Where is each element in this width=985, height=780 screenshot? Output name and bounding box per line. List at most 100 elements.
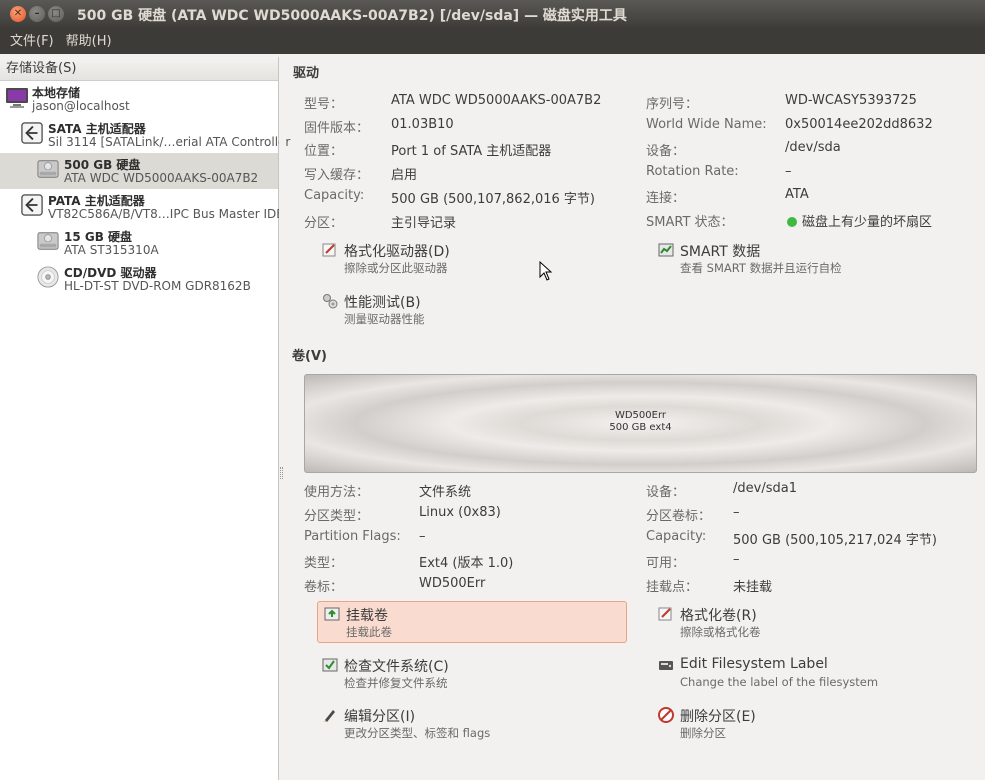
format-drive-button[interactable]: 格式化驱动器(D) 擦除或分区此驱动器 bbox=[316, 238, 626, 280]
smart-status-text: 磁盘上有少量的坏扇区 bbox=[802, 215, 933, 230]
sidebar-item-local-storage[interactable]: 本地存储 jason@localhost bbox=[0, 81, 278, 117]
benchmark-button[interactable]: 性能测试(B) 测量驱动器性能 bbox=[316, 289, 626, 331]
menu-file[interactable]: 文件(F) bbox=[4, 29, 60, 54]
edit-filesystem-label-label: Edit Filesystem Label bbox=[680, 656, 828, 672]
drive-rotation-value: – bbox=[785, 164, 792, 179]
volume-available-label: 可用： bbox=[646, 556, 686, 571]
smart-icon bbox=[658, 243, 674, 257]
volume-usage-label: 使用方法： bbox=[304, 485, 370, 500]
drive-device-value: /dev/sda bbox=[785, 140, 841, 155]
mount-volume-desc: 挂载此卷 bbox=[346, 625, 392, 639]
volume-partition-bar[interactable]: WD500Err 500 GB ext4 bbox=[304, 374, 977, 473]
minimize-icon[interactable]: – bbox=[29, 6, 45, 22]
format-volume-label: 格式化卷(R) bbox=[680, 608, 757, 624]
mount-volume-label: 挂载卷 bbox=[346, 608, 388, 624]
volume-mount-point-value: 未挂载 bbox=[733, 580, 773, 595]
drive-rotation-label: Rotation Rate: bbox=[646, 164, 739, 179]
sidebar-item-sata-adapter[interactable]: SATA 主机适配器 Sil 3114 [SATALink/…erial ATA… bbox=[0, 117, 290, 153]
drive-firmware-value: 01.03B10 bbox=[391, 117, 454, 132]
window-controls: ✕ – □ bbox=[10, 6, 64, 22]
adapter-icon bbox=[21, 194, 43, 216]
format-drive-desc: 擦除或分区此驱动器 bbox=[344, 261, 448, 275]
benchmark-desc: 测量驱动器性能 bbox=[344, 312, 425, 326]
volume-capacity-value: 500 GB (500,105,217,024 字节) bbox=[733, 533, 937, 548]
volume-partition-label-label: 分区卷标： bbox=[646, 509, 712, 524]
volume-partition-label-value: – bbox=[733, 505, 740, 520]
sidebar-item-pata-adapter[interactable]: PATA 主机适配器 VT82C586A/B/VT8…IPC Bus Maste… bbox=[0, 189, 284, 225]
maximize-icon[interactable]: □ bbox=[48, 6, 64, 22]
volume-detail: 500 GB ext4 bbox=[609, 422, 672, 433]
drive-serial-label: 序列号： bbox=[646, 97, 699, 112]
computer-icon bbox=[6, 88, 28, 108]
volume-partition-type-label: 分区类型： bbox=[304, 509, 370, 524]
drive-partitioning-value: 主引导记录 bbox=[391, 216, 457, 231]
smart-data-label: SMART 数据 bbox=[680, 244, 761, 260]
sidebar-item-subtitle: jason@localhost bbox=[32, 99, 130, 113]
volume-device-label: 设备： bbox=[646, 485, 686, 500]
sidebar-item-subtitle: ATA ST315310A bbox=[64, 243, 159, 257]
drive-partitioning-label: 分区： bbox=[304, 216, 344, 231]
sidebar-item-15gb-disk[interactable]: 15 GB 硬盘 ATA ST315310A bbox=[0, 225, 278, 261]
format-volume-desc: 擦除或格式化卷 bbox=[680, 625, 761, 639]
drive-capacity-value: 500 GB (500,107,862,016 字节) bbox=[391, 192, 595, 207]
drive-section-title: 驱动 bbox=[293, 66, 320, 81]
volume-available-value: – bbox=[733, 552, 740, 567]
hard-disk-icon bbox=[37, 160, 59, 178]
volume-device-value: /dev/sda1 bbox=[733, 481, 797, 496]
close-icon[interactable]: ✕ bbox=[10, 6, 26, 22]
sidebar-item-subtitle: ATA WDC WD5000AAKS-00A7B2 bbox=[64, 171, 259, 185]
edit-partition-desc: 更改分区类型、标签和 flags bbox=[344, 726, 491, 740]
delete-partition-desc: 删除分区 bbox=[680, 726, 726, 740]
adapter-icon bbox=[21, 122, 43, 144]
volume-usage-value: 文件系统 bbox=[419, 485, 472, 500]
drive-write-cache-value: 启用 bbox=[391, 168, 418, 183]
volume-label-label: 卷标： bbox=[304, 580, 344, 595]
drive-model-label: 型号： bbox=[304, 97, 344, 112]
check-filesystem-button[interactable]: 检查文件系统(C) 检查并修复文件系统 bbox=[316, 653, 626, 695]
sidebar-item-subtitle: HL-DT-ST DVD-ROM GDR8162B bbox=[64, 279, 251, 293]
volume-partition-type-value: Linux (0x83) bbox=[419, 505, 501, 520]
check-filesystem-label: 检查文件系统(C) bbox=[344, 659, 449, 675]
sidebar-header: 存储设备(S) bbox=[0, 57, 278, 81]
format-icon bbox=[658, 607, 672, 621]
drive-location-value: Port 1 of SATA 主机适配器 bbox=[391, 144, 552, 159]
smart-data-button[interactable]: SMART 数据 查看 SMART 数据并且运行自检 bbox=[652, 238, 962, 280]
volume-capacity-label: Capacity: bbox=[646, 529, 707, 544]
edit-filesystem-label-button[interactable]: Edit Filesystem Label Change the label o… bbox=[652, 653, 962, 695]
drive-wwn-value: 0x50014ee202dd8632 bbox=[785, 117, 933, 132]
pencil-icon bbox=[324, 710, 335, 722]
benchmark-label: 性能测试(B) bbox=[344, 295, 421, 311]
sidebar-item-500gb-disk[interactable]: 500 GB 硬盘 ATA WDC WD5000AAKS-00A7B2 bbox=[0, 153, 278, 189]
drive-device-label: 设备： bbox=[646, 144, 686, 159]
menu-help[interactable]: 帮助(H) bbox=[60, 29, 118, 54]
drive-serial-value: WD-WCASY5393725 bbox=[785, 93, 917, 108]
benchmark-icon bbox=[323, 294, 338, 309]
edit-partition-label: 编辑分区(I) bbox=[344, 709, 416, 725]
smart-status-icon bbox=[787, 217, 797, 227]
delete-partition-button[interactable]: 删除分区(E) 删除分区 bbox=[652, 703, 962, 745]
drive-smart-value: 磁盘上有少量的坏扇区 bbox=[787, 211, 932, 230]
drive-write-cache-label: 写入缓存： bbox=[304, 168, 370, 183]
drive-capacity-label: Capacity: bbox=[304, 188, 365, 203]
drive-model-value: ATA WDC WD5000AAKS-00A7B2 bbox=[391, 93, 602, 108]
menu-bar: 文件(F) 帮助(H) bbox=[0, 29, 985, 54]
format-icon bbox=[322, 243, 336, 257]
volume-type-label: 类型： bbox=[304, 556, 344, 571]
drive-smart-label: SMART 状态： bbox=[646, 215, 734, 230]
edit-partition-button[interactable]: 编辑分区(I) 更改分区类型、标签和 flags bbox=[316, 703, 626, 745]
window-title: 500 GB 硬盘 (ATA WDC WD5000AAKS-00A7B2) [/… bbox=[77, 8, 627, 24]
splitter-grip[interactable] bbox=[280, 467, 283, 479]
storage-sidebar: 存储设备(S) 本地存储 jason@localhost SATA 主机适配器 … bbox=[0, 57, 290, 780]
sidebar-item-optical-drive[interactable]: CD/DVD 驱动器 HL-DT-ST DVD-ROM GDR8162B bbox=[0, 261, 278, 297]
format-volume-button[interactable]: 格式化卷(R) 擦除或格式化卷 bbox=[652, 602, 962, 644]
optical-drive-icon bbox=[37, 266, 59, 288]
mount-icon bbox=[324, 607, 340, 621]
mount-volume-button[interactable]: 挂载卷 挂载此卷 bbox=[317, 601, 627, 643]
volume-partition-flags-value: – bbox=[419, 529, 426, 544]
hard-disk-icon bbox=[37, 232, 59, 250]
title-bar: ✕ – □ 500 GB 硬盘 (ATA WDC WD5000AAKS-00A7… bbox=[0, 0, 985, 29]
drive-connection-label: 连接： bbox=[646, 191, 686, 206]
drive-wwn-label: World Wide Name: bbox=[646, 117, 767, 132]
volume-type-value: Ext4 (版本 1.0) bbox=[419, 556, 514, 571]
volumes-section-title: 卷(V) bbox=[292, 349, 327, 364]
